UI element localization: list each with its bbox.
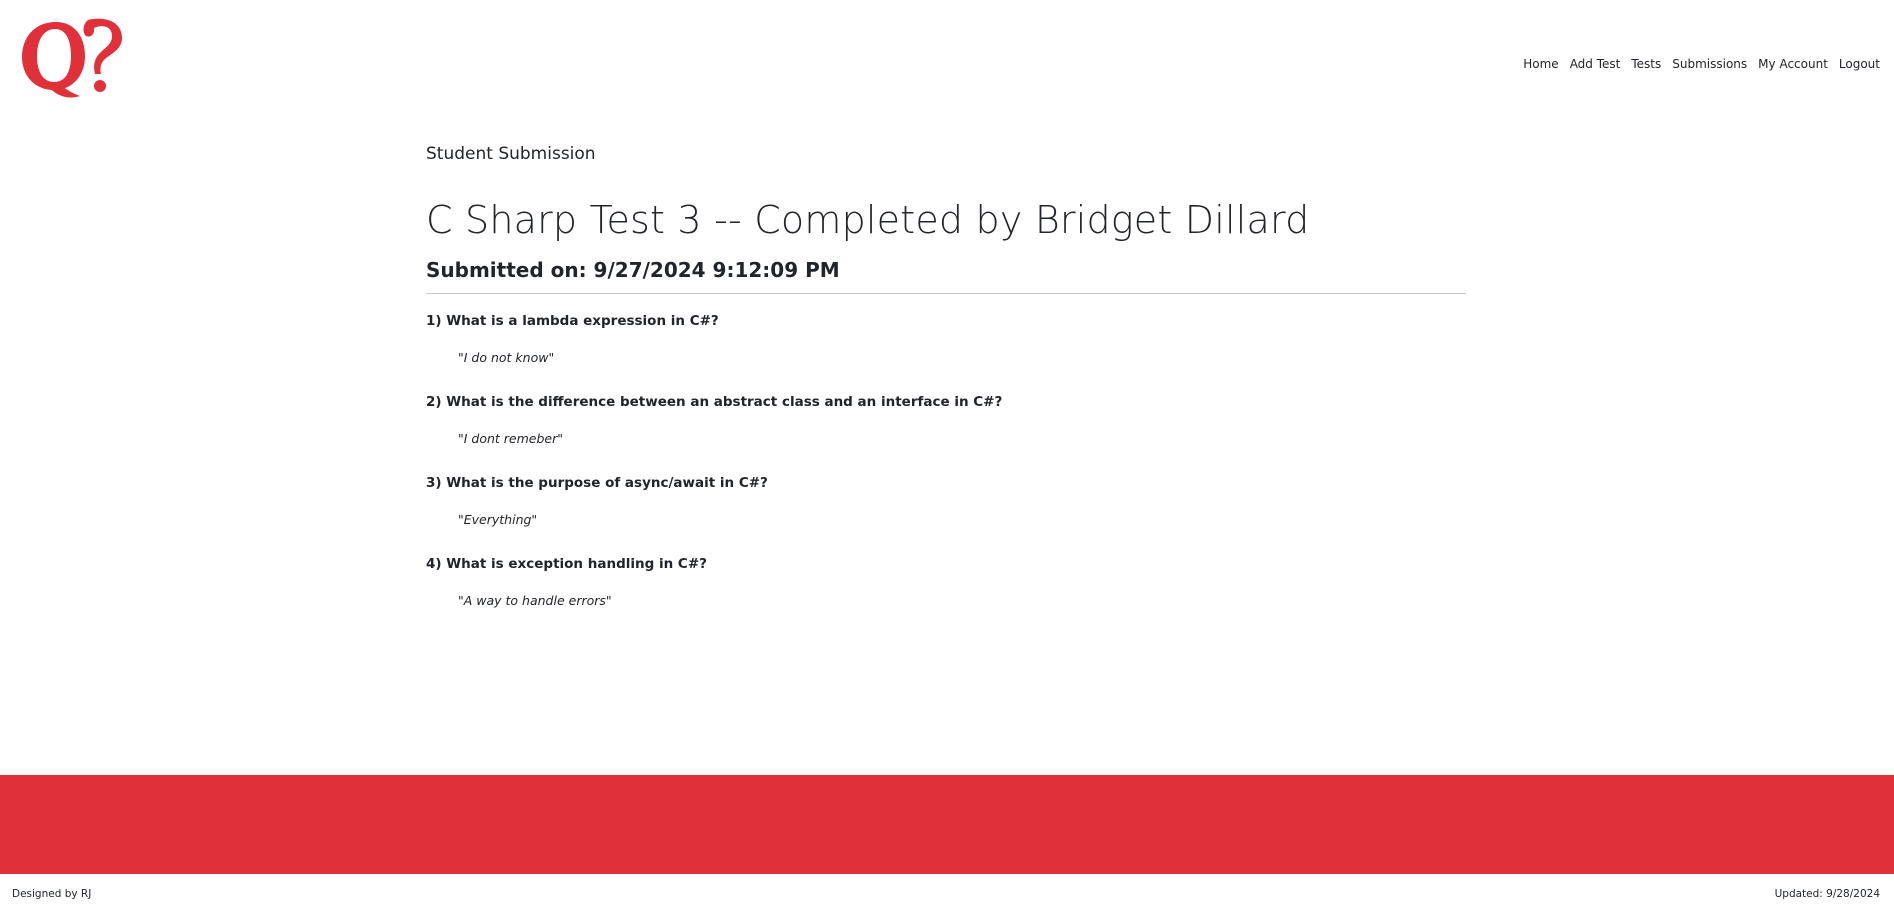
- page-title: C Sharp Test 3 -- Completed by Bridget D…: [426, 198, 1310, 242]
- page: Home Add Test Tests Submissions My Accou…: [0, 0, 1894, 904]
- answer-text: "I do not know": [458, 350, 555, 365]
- top-nav: Home Add Test Tests Submissions My Accou…: [1523, 57, 1880, 71]
- nav-my-account[interactable]: My Account: [1758, 57, 1828, 71]
- question-text: 3) What is the purpose of async/await in…: [426, 475, 768, 491]
- qa-item: 1) What is a lambda expression in C#? "I…: [426, 313, 1466, 394]
- nav-logout[interactable]: Logout: [1839, 57, 1880, 71]
- question-text: 1) What is a lambda expression in C#?: [426, 313, 719, 329]
- qa-item: 3) What is the purpose of async/await in…: [426, 475, 1466, 556]
- nav-home[interactable]: Home: [1523, 57, 1558, 71]
- qa-list: 1) What is a lambda expression in C#? "I…: [426, 313, 1466, 637]
- answer-text: "Everything": [458, 512, 538, 527]
- logo-icon[interactable]: [18, 14, 128, 100]
- nav-tests[interactable]: Tests: [1631, 57, 1661, 71]
- footer-updated: Updated: 9/28/2024: [1774, 888, 1880, 900]
- footer-band: [0, 775, 1894, 874]
- answer-text: "I dont remeber": [458, 431, 563, 446]
- question-text: 4) What is exception handling in C#?: [426, 556, 707, 572]
- qa-item: 2) What is the difference between an abs…: [426, 394, 1466, 475]
- qa-item: 4) What is exception handling in C#? "A …: [426, 556, 1466, 637]
- section-label: Student Submission: [426, 144, 596, 164]
- divider: [426, 293, 1466, 294]
- submitted-date: Submitted on: 9/27/2024 9:12:09 PM: [426, 258, 840, 282]
- footer-credit: Designed by RJ: [12, 888, 92, 900]
- question-text: 2) What is the difference between an abs…: [426, 394, 1003, 410]
- nav-add-test[interactable]: Add Test: [1570, 57, 1621, 71]
- nav-submissions[interactable]: Submissions: [1672, 57, 1747, 71]
- answer-text: "A way to handle errors": [458, 593, 612, 608]
